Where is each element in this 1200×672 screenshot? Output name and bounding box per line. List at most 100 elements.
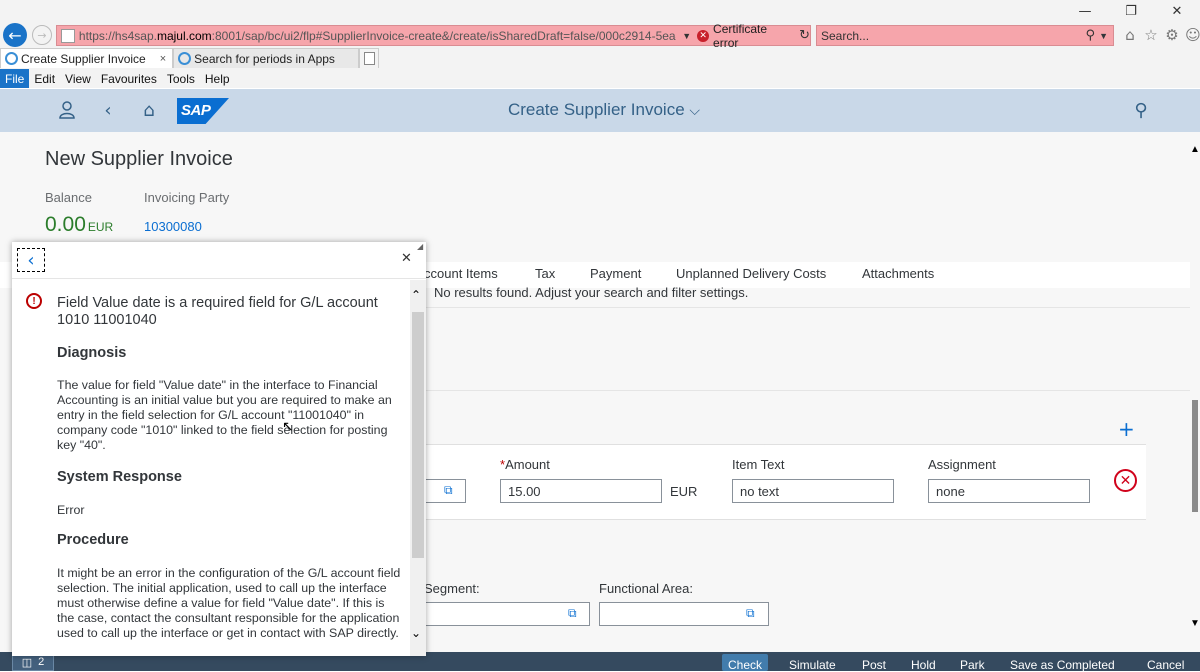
popover-body: ! Field Value date is a required field f… — [12, 280, 410, 656]
amount-label: *Amount — [500, 457, 550, 472]
tab-search-periods[interactable]: Search for periods in Apps — [173, 48, 360, 68]
page-scrollbar[interactable]: ▲ ▼ — [1190, 132, 1200, 652]
settings-gear-icon[interactable]: ⚙ — [1164, 26, 1180, 44]
tab-unplanned-delivery-costs[interactable]: Unplanned Delivery Costs — [676, 266, 826, 281]
search-dropdown-icon[interactable]: ▼ — [1099, 31, 1108, 41]
popover-back-icon[interactable]: ‹ — [17, 248, 45, 272]
close-icon[interactable]: ✕ — [401, 251, 412, 266]
system-response-heading: System Response — [57, 469, 182, 485]
system-response-text: Error — [57, 503, 85, 517]
browser-forward-icon[interactable]: → — [32, 25, 52, 45]
close-window-button[interactable]: ✕ — [1154, 0, 1200, 22]
procedure-heading: Procedure — [57, 532, 129, 548]
menu-edit[interactable]: Edit — [29, 69, 60, 88]
post-button[interactable]: Post — [856, 654, 892, 672]
address-bar[interactable]: https://hs4sap.majul.com:8001/sap/bc/ui2… — [56, 22, 811, 50]
cancel-button[interactable]: Cancel — [1141, 654, 1190, 672]
ie-icon — [178, 52, 192, 65]
refresh-icon[interactable]: ↻ — [799, 28, 810, 43]
browser-tab-strip: Create Supplier Invoice × Search for per… — [0, 48, 380, 68]
menu-favourites[interactable]: Favourites — [96, 69, 162, 88]
window-controls: — ❐ ✕ — [1062, 0, 1200, 22]
hold-button[interactable]: Hold — [905, 654, 942, 672]
popover-header: ‹ ✕ ◢ — [12, 242, 426, 279]
delete-row-icon[interactable]: ✕ — [1114, 469, 1137, 492]
tab-tax[interactable]: Tax — [535, 266, 555, 281]
check-button[interactable]: Check — [722, 654, 769, 672]
balance-value: 0.00 EUR — [45, 213, 114, 236]
address-url: https://hs4sap.majul.com:8001/sap/bc/ui2… — [78, 28, 677, 43]
home-icon[interactable]: ⌂ — [1122, 26, 1138, 44]
message-count: 2 — [38, 656, 45, 668]
functional-area-input[interactable] — [599, 602, 769, 626]
menu-tools[interactable]: Tools — [162, 69, 200, 88]
address-dropdown-icon[interactable]: ▼ — [682, 31, 691, 41]
assignment-label: Assignment — [928, 457, 996, 472]
menu-view[interactable]: View — [60, 69, 96, 88]
save-as-completed-button[interactable]: Save as Completed — [1004, 654, 1121, 672]
menu-help[interactable]: Help — [200, 69, 235, 88]
menu-bar: File Edit View Favourites Tools Help — [0, 69, 1200, 88]
tab-close-icon[interactable]: × — [160, 53, 166, 65]
value-help-icon[interactable]: ⧉ — [444, 483, 453, 498]
new-tab-icon — [363, 52, 375, 65]
divider — [424, 307, 1190, 308]
resize-grip-icon[interactable]: ◢ — [417, 242, 423, 251]
message-title: Field Value date is a required field for… — [57, 295, 378, 328]
browser-search-placeholder: Search... — [821, 28, 870, 43]
menu-file[interactable]: File — [0, 69, 30, 88]
segment-label: Segment: — [424, 581, 480, 596]
chevron-up-icon[interactable]: ⌃ — [411, 288, 421, 302]
scroll-up-icon[interactable]: ▲ — [1190, 144, 1200, 155]
browser-back-icon[interactable]: ← — [3, 23, 27, 47]
tab-payment[interactable]: Payment — [590, 266, 641, 281]
restore-button[interactable]: ❐ — [1108, 0, 1154, 22]
favourites-star-icon[interactable]: ☆ — [1143, 26, 1159, 44]
value-help-icon[interactable]: ⧉ — [746, 606, 755, 621]
browser-search-field[interactable]: Search... ⚲ ▼ — [816, 25, 1114, 46]
minimize-button[interactable]: — — [1062, 0, 1108, 22]
chevron-down-icon: ⌵ — [689, 102, 701, 118]
tab-label: Create Supplier Invoice — [21, 51, 146, 66]
feedback-smiley-icon[interactable]: ☺ — [1185, 26, 1200, 44]
diagnosis-text: The value for field "Value date" in the … — [57, 378, 392, 452]
divider — [424, 390, 1190, 391]
no-results-text: No results found. Adjust your search and… — [434, 285, 749, 300]
error-icon: ! — [26, 293, 42, 309]
scroll-down-icon[interactable]: ▼ — [1190, 618, 1200, 629]
scroll-thumb[interactable] — [412, 312, 424, 558]
shell-app-title[interactable]: Create Supplier Invoice ⌵ — [0, 100, 1200, 120]
message-icon: ◫ — [21, 656, 33, 669]
park-button[interactable]: Park — [954, 654, 991, 672]
simulate-button[interactable]: Simulate — [783, 654, 842, 672]
tab-account-items[interactable]: ccount Items — [424, 266, 498, 281]
tab-create-supplier-invoice[interactable]: Create Supplier Invoice × — [0, 48, 174, 68]
certificate-error-icon: ✕ — [697, 29, 710, 42]
mouse-cursor-icon: ↖ — [282, 418, 294, 434]
tab-attachments[interactable]: Attachments — [862, 266, 934, 281]
tab-label: Search for periods in Apps — [194, 51, 335, 66]
scroll-thumb[interactable] — [1192, 400, 1198, 512]
invoicing-party-link[interactable]: 10300080 — [144, 219, 202, 234]
chevron-down-icon[interactable]: ⌄ — [411, 626, 421, 640]
diagnosis-heading: Diagnosis — [57, 345, 127, 361]
item-text-input[interactable]: no text — [732, 479, 894, 503]
balance-label: Balance — [45, 190, 92, 205]
segment-input[interactable] — [424, 602, 590, 626]
assignment-input[interactable]: none — [928, 479, 1090, 503]
procedure-text: It might be an error in the configuratio… — [57, 566, 401, 640]
new-tab-button[interactable] — [359, 48, 380, 68]
add-item-icon[interactable]: + — [1118, 417, 1135, 441]
page-title: New Supplier Invoice — [45, 148, 233, 170]
search-icon[interactable]: ⚲ — [1086, 28, 1096, 43]
item-text-label: Item Text — [732, 457, 785, 472]
browser-toolbar: ⌂ ☆ ⚙ ☺ — [1122, 26, 1200, 44]
invoicing-party-label: Invoicing Party — [144, 190, 230, 205]
popover-scrollbar[interactable]: ⌃ ⌄ — [410, 280, 426, 656]
ie-icon — [5, 52, 18, 65]
value-help-icon[interactable]: ⧉ — [568, 606, 577, 621]
balance-currency: EUR — [87, 220, 114, 234]
certificate-error-label[interactable]: Certificate error — [713, 22, 795, 50]
amount-input[interactable]: 15.00 — [500, 479, 662, 503]
page-icon — [61, 28, 75, 43]
